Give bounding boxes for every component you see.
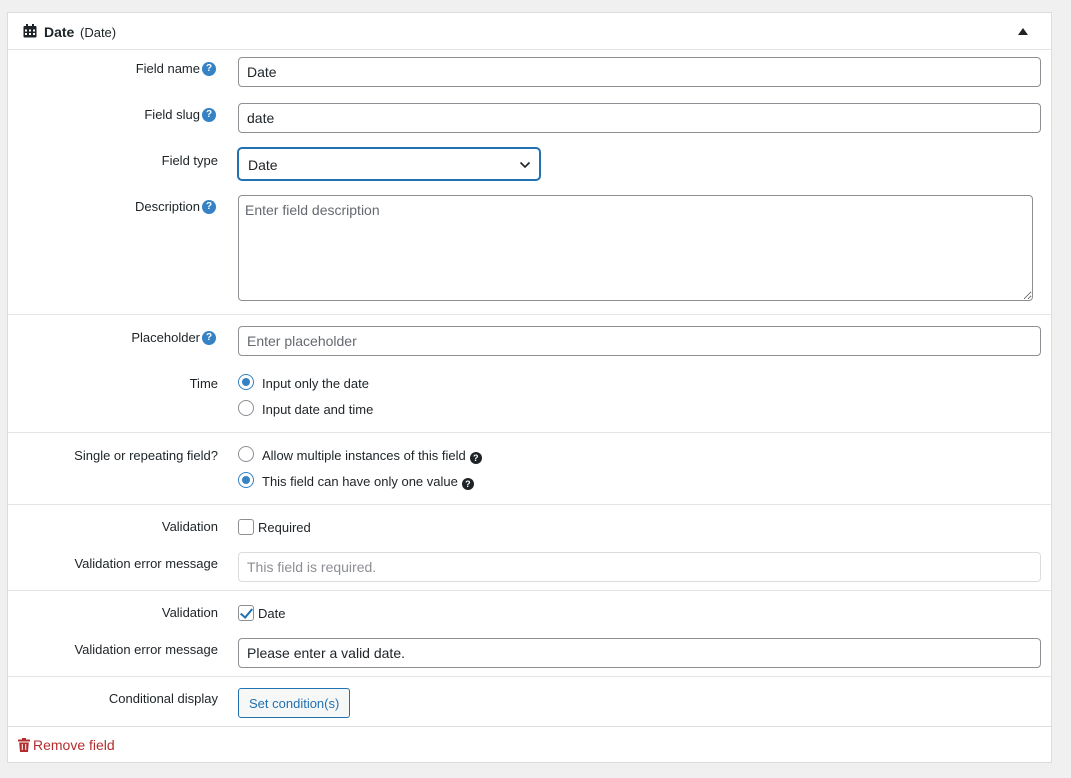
field-type-label: Field type [161,153,218,168]
section-divider [8,590,1051,591]
chevron-down-icon [519,161,531,169]
remove-field-link[interactable]: Remove field [18,737,115,753]
section-divider [8,676,1051,677]
validation-required-label: Validation [161,519,218,534]
repeating-single-option[interactable]: This field can have only one value? [262,474,474,490]
required-checkbox[interactable] [238,519,254,535]
repeating-multiple-option[interactable]: Allow multiple instances of this field? [262,448,482,464]
repeating-multiple-label: Allow multiple instances of this field [262,448,466,463]
time-date-and-time-label[interactable]: Input date and time [262,402,373,417]
time-date-only-radio[interactable] [238,374,254,390]
field-slug-input[interactable] [238,103,1041,133]
required-error-input [238,552,1041,582]
placeholder-label: Placeholder [131,330,200,345]
panel-subtitle: (Date) [80,24,117,40]
time-date-only-label[interactable]: Input only the date [262,376,369,391]
field-type-select[interactable]: Date [238,148,540,180]
time-label: Time [189,376,218,391]
remove-field-label: Remove field [33,737,115,753]
footer-divider [8,726,1051,727]
help-icon[interactable]: ? [202,200,216,214]
repeating-label: Single or repeating field? [74,448,218,463]
set-conditions-button[interactable]: Set condition(s) [238,688,351,718]
help-icon[interactable]: ? [202,331,216,345]
help-icon[interactable]: ? [469,452,482,464]
date-checkbox-label[interactable]: Date [258,606,285,621]
repeating-single-label: This field can have only one value [262,474,458,489]
section-divider [8,504,1051,505]
collapse-arrow-icon[interactable] [1018,28,1028,35]
section-divider [8,314,1051,315]
trash-icon [18,738,30,752]
field-name-input[interactable] [238,57,1041,87]
date-error-label: Validation error message [74,642,218,657]
field-name-label: Field name [135,61,200,76]
time-date-and-time-radio[interactable] [238,400,254,416]
help-icon[interactable]: ? [202,108,216,122]
description-label: Description [134,199,200,214]
panel-title: Date [44,24,75,40]
date-checkbox[interactable] [238,605,254,621]
section-divider [8,432,1051,433]
help-icon[interactable]: ? [461,478,474,490]
required-checkbox-label[interactable]: Required [258,520,311,535]
panel-header[interactable]: Date (Date) [8,13,1051,50]
required-error-label: Validation error message [74,556,218,571]
conditional-label: Conditional display [108,691,218,706]
validation-date-label: Validation [161,605,218,620]
description-textarea[interactable] [238,195,1033,301]
field-type-value: Date [248,157,278,173]
repeating-multiple-radio[interactable] [238,446,254,462]
help-icon[interactable]: ? [202,62,216,76]
field-slug-label: Field slug [144,107,200,122]
repeating-single-radio[interactable] [238,472,254,488]
field-panel: Date (Date) Field name ? Field slug ? Fi… [7,12,1052,763]
date-error-input[interactable] [238,638,1041,668]
placeholder-input[interactable] [238,326,1041,356]
calendar-icon [23,24,37,38]
